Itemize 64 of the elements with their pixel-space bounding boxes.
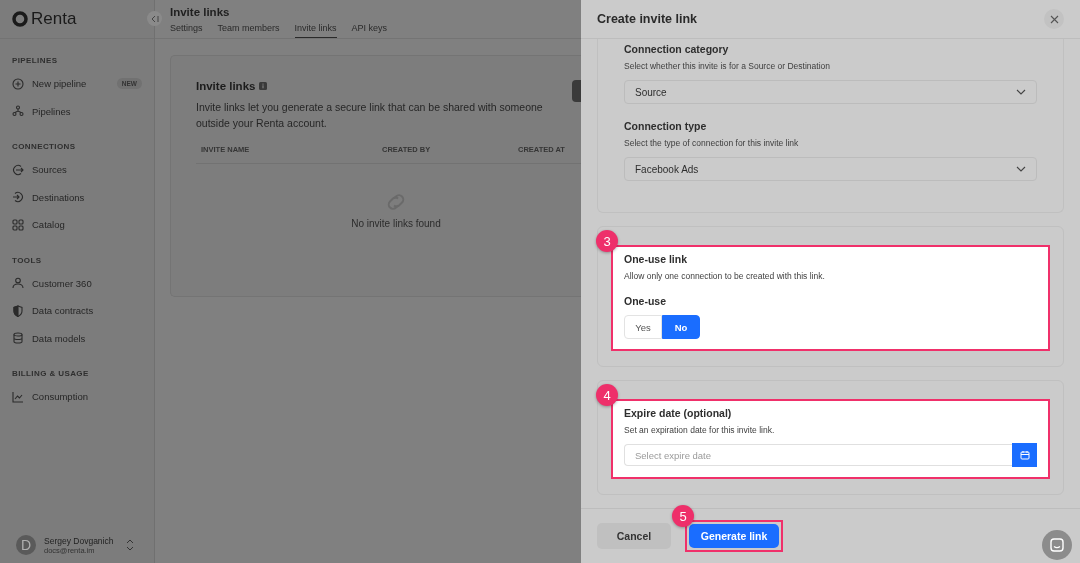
field-label: One-use — [624, 295, 667, 307]
nav-item[interactable]: Destinations — [32, 191, 85, 203]
close-icon[interactable] — [1049, 14, 1059, 24]
field-label: Connection category — [624, 43, 730, 55]
card-title: Invite links — [196, 80, 256, 92]
field-description: Select whether this invite is for a Source or Destination — [624, 61, 831, 71]
section-title: BILLING & USAGE — [12, 369, 90, 378]
cancel-button[interactable]: Cancel — [597, 523, 671, 549]
nav-item[interactable]: Consumption — [32, 391, 88, 403]
step-badge: 5 — [672, 505, 694, 527]
tab[interactable]: Team members — [217, 20, 280, 38]
select-field[interactable]: Source — [624, 80, 1037, 104]
nav-item[interactable]: Pipelines — [32, 105, 71, 117]
tab[interactable]: API keys — [351, 20, 388, 38]
date-field[interactable]: Select expire date — [624, 444, 1012, 466]
section-description: Set an expiration date for this invite link. — [624, 425, 776, 435]
shield-icon — [12, 304, 24, 317]
calendar-icon[interactable] — [1019, 450, 1030, 460]
section-description: Allow only one connection to be created with this link. — [624, 271, 826, 281]
nav-item[interactable]: Customer 360 — [32, 277, 92, 289]
chart-icon — [12, 390, 24, 403]
field-label: Connection type — [624, 120, 708, 132]
generate-link-button[interactable]: Generate link — [689, 524, 779, 548]
field-description: Select the type of connection for this invite link — [624, 138, 800, 148]
close-button[interactable] — [1044, 9, 1064, 29]
chat-button[interactable] — [1042, 530, 1072, 560]
grid-icon — [12, 218, 24, 231]
nav-item[interactable]: Data models — [32, 332, 86, 344]
chevron-down-icon[interactable] — [1016, 89, 1026, 95]
empty-state-text: No invite links found — [351, 218, 441, 229]
logo-text: Renta — [31, 9, 77, 29]
calendar-button[interactable] — [1012, 443, 1037, 467]
section-title: Expire date (optional) — [624, 407, 733, 419]
nav-item[interactable]: New pipeline — [32, 78, 87, 90]
chevron-updown-icon[interactable] — [126, 539, 134, 551]
person-icon — [12, 277, 24, 290]
database-icon — [12, 332, 24, 345]
section-title: TOOLS — [12, 255, 43, 265]
nav-item[interactable]: Sources — [32, 164, 67, 176]
select-field[interactable]: Facebook Ads — [624, 157, 1037, 181]
nav-item[interactable]: Data contracts — [32, 305, 94, 317]
section-title: PIPELINES — [12, 56, 59, 65]
nav-item[interactable]: Catalog — [32, 219, 65, 231]
chevron-down-icon[interactable] — [1016, 166, 1026, 172]
user-name: Sergey Dovganich — [44, 535, 115, 546]
step-badge: 3 — [596, 230, 618, 252]
toggle-option[interactable]: No — [662, 315, 700, 339]
toggle-option[interactable]: Yes — [624, 315, 662, 339]
card-description: Invite links let you generate a secure link that can be shared with someone outside your Renta account. — [196, 100, 544, 131]
nodes-icon — [12, 105, 24, 118]
tab[interactable]: Settings — [170, 20, 203, 38]
page-title: Invite links — [170, 6, 231, 18]
section-title: CONNECTIONS — [12, 142, 77, 151]
tab[interactable]: Invite links — [294, 20, 337, 38]
logo-icon — [12, 11, 28, 27]
user-avatar: D — [16, 535, 36, 555]
arrow-in-icon — [12, 163, 24, 176]
plus-circle-icon — [12, 77, 24, 90]
info-icon — [259, 82, 268, 90]
drawer-title: Create invite link — [597, 12, 698, 26]
step-badge: 4 — [596, 384, 618, 406]
arrow-right-icon — [12, 191, 24, 204]
chat-icon[interactable] — [1050, 538, 1064, 552]
section-title: One-use link — [624, 253, 688, 265]
